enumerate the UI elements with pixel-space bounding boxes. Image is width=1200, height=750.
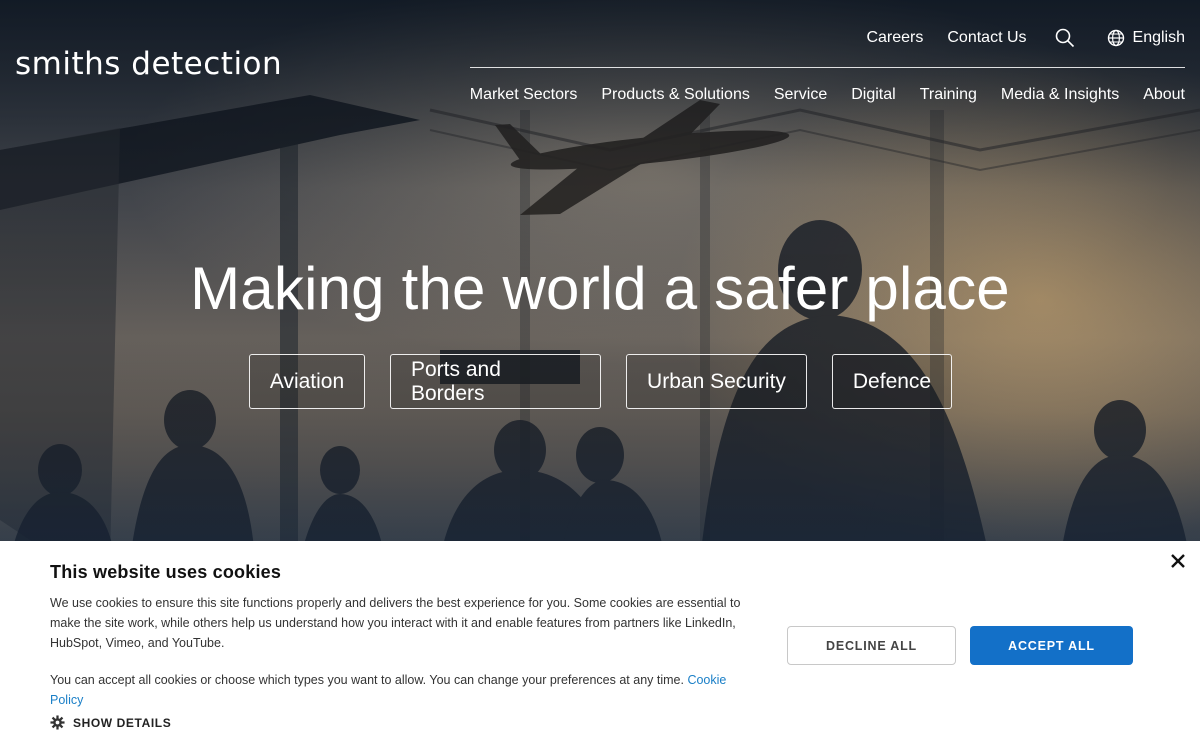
utility-nav: Careers Contact Us English — [842, 28, 1185, 48]
nav-divider — [470, 67, 1185, 68]
language-selector[interactable]: English — [1107, 29, 1185, 47]
nav-products-solutions[interactable]: Products & Solutions — [601, 86, 750, 104]
show-details-label: SHOW DETAILS — [73, 715, 172, 730]
nav-about[interactable]: About — [1143, 86, 1185, 104]
cookie-banner: This website uses cookies We use cookies… — [0, 541, 1200, 750]
sector-buttons: Aviation Ports and Borders Urban Securit… — [249, 354, 977, 409]
nav-training[interactable]: Training — [920, 86, 977, 104]
urban-security-button[interactable]: Urban Security — [626, 354, 807, 409]
cookie-description: We use cookies to ensure this site funct… — [50, 596, 741, 650]
nav-media-insights[interactable]: Media & Insights — [1001, 86, 1119, 104]
accept-all-button[interactable]: ACCEPT ALL — [970, 626, 1133, 665]
contact-us-link[interactable]: Contact Us — [947, 29, 1026, 47]
language-label: English — [1132, 29, 1185, 46]
hero-title: Making the world a safer place — [190, 255, 1010, 322]
globe-icon — [1107, 29, 1124, 47]
nav-service[interactable]: Service — [774, 86, 827, 104]
close-icon[interactable] — [1170, 553, 1186, 569]
cookie-title: This website uses cookies — [50, 562, 282, 582]
defence-button[interactable]: Defence — [832, 354, 952, 409]
site-logo[interactable]: smiths detection — [15, 46, 282, 82]
nav-digital[interactable]: Digital — [851, 86, 895, 104]
cookie-preferences-sentence: You can accept all cookies or choose whi… — [50, 673, 684, 687]
nav-market-sectors[interactable]: Market Sectors — [470, 86, 578, 104]
main-nav: Market Sectors Products & Solutions Serv… — [470, 86, 1185, 104]
cookie-preferences-text: You can accept all cookies or choose whi… — [50, 670, 760, 710]
aviation-button[interactable]: Aviation — [249, 354, 365, 409]
gear-icon — [50, 715, 65, 730]
show-details-toggle[interactable]: SHOW DETAILS — [50, 715, 171, 730]
decline-all-button[interactable]: DECLINE ALL — [787, 626, 956, 665]
careers-link[interactable]: Careers — [866, 29, 923, 47]
search-icon[interactable] — [1055, 28, 1075, 48]
ports-and-borders-button[interactable]: Ports and Borders — [390, 354, 601, 409]
